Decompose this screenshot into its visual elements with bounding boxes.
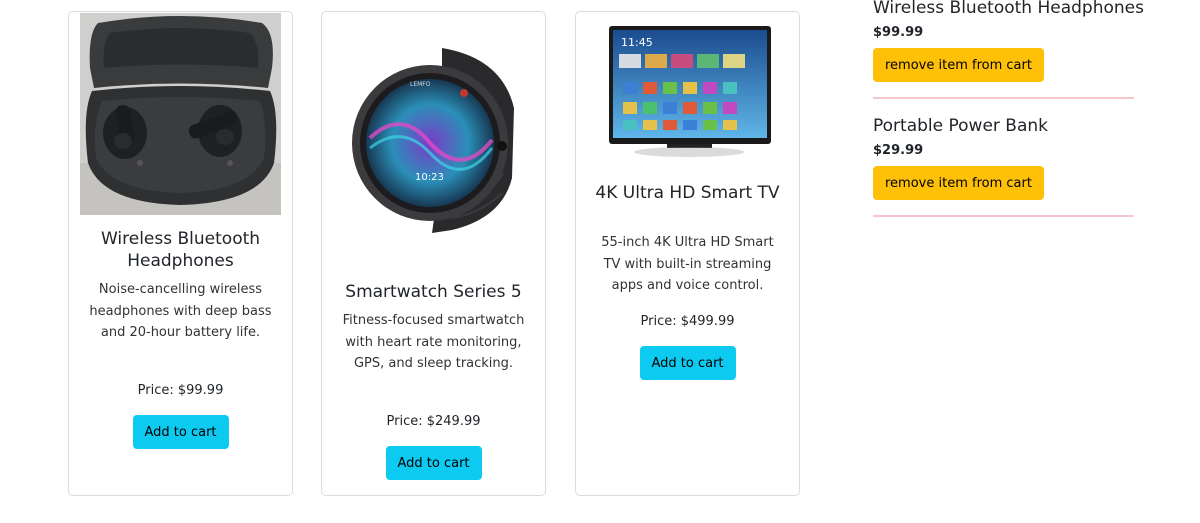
product-price: Price: $99.99 (137, 383, 224, 398)
add-to-cart-button[interactable]: Add to cart (132, 415, 229, 449)
cart-item: Portable Power Bank $29.99 remove item f… (873, 116, 1134, 217)
add-to-cart-button[interactable]: Add to cart (639, 346, 736, 380)
shop-page: Wireless Bluetooth Headphones Noise-canc… (0, 0, 1200, 523)
product-image: LEMFO 10:23 (352, 48, 517, 233)
product-card: LEMFO 10:23 Smartwatch Series 5 Fitness-… (321, 11, 546, 496)
cart-item-price: $29.99 (873, 143, 924, 158)
product-title: 4K Ultra HD Smart TV (595, 183, 780, 203)
cart-item-price: $99.99 (873, 25, 924, 40)
remove-from-cart-button[interactable]: remove item from cart (873, 166, 1044, 200)
product-image (80, 13, 281, 215)
product-price: Price: $499.99 (640, 314, 735, 329)
add-to-cart-button[interactable]: Add to cart (385, 446, 482, 480)
product-card: Wireless Bluetooth Headphones Noise-canc… (68, 11, 293, 496)
watch-brand-text: LEMFO (410, 81, 431, 88)
smartwatch-icon: LEMFO 10:23 (352, 48, 514, 233)
tv-time-text: 11:45 (621, 36, 653, 49)
cart-item-name: Wireless Bluetooth Headphones (873, 0, 1144, 18)
product-card: 11:45 4K Ultra HD Smart TV 55-inch 4K Ul… (575, 11, 800, 496)
cart-divider (873, 215, 1134, 217)
product-title: Smartwatch Series 5 (345, 282, 522, 302)
product-description: Fitness-focused smartwatch with heart ra… (342, 313, 525, 371)
remove-from-cart-button[interactable]: remove item from cart (873, 48, 1044, 82)
product-price: Price: $249.99 (386, 414, 481, 429)
cart-item: Wireless Bluetooth Headphones $99.99 rem… (873, 0, 1144, 99)
product-description: Noise-cancelling wireless headphones wit… (89, 282, 272, 340)
product-description: 55-inch 4K Ultra HD Smart TV with built-… (601, 235, 774, 293)
product-title: Wireless Bluetooth Headphones (100, 229, 261, 271)
product-image: 11:45 (607, 24, 772, 162)
cart-divider (873, 97, 1134, 99)
cart-item-name: Portable Power Bank (873, 116, 1048, 136)
watch-time-text: 10:23 (415, 172, 444, 183)
earbuds-case-icon (80, 13, 281, 215)
smart-tv-icon: 11:45 (609, 26, 771, 157)
